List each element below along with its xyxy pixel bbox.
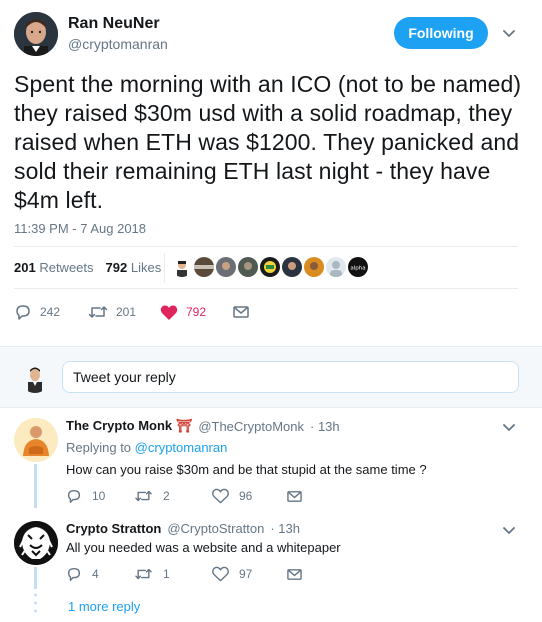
message-button[interactable] (286, 567, 303, 582)
tweet-timestamp[interactable]: 11:39 PM - 7 Aug 2018 (14, 221, 146, 236)
liker-avatar[interactable] (326, 257, 346, 277)
more-replies-dots (34, 592, 37, 618)
liker-avatar[interactable] (260, 257, 280, 277)
author-display-name[interactable]: Ran NeuNer (68, 15, 160, 33)
liker-badge-text: alpha (350, 266, 365, 272)
liker-avatar[interactable] (172, 257, 192, 277)
divider (14, 246, 518, 247)
retweet-count: 1 (163, 567, 170, 581)
heart-icon (212, 566, 229, 582)
liker-avatar[interactable] (216, 257, 236, 277)
message-button[interactable] (232, 304, 250, 320)
reply-button[interactable]: 10 (66, 488, 134, 504)
like-count: 792 (186, 305, 207, 319)
reply-actions: 10 2 96 (66, 488, 303, 504)
message-button[interactable] (286, 489, 303, 504)
author-avatar[interactable] (14, 12, 58, 56)
reply-icon (67, 489, 81, 503)
tweet-actions: 242 201 792 (14, 303, 250, 321)
retweet-count: 201 (116, 305, 137, 319)
current-user-avatar[interactable] (20, 363, 50, 393)
reply-display-name[interactable]: Crypto Stratton (66, 521, 161, 536)
divider (14, 288, 518, 289)
reply-handle[interactable]: @TheCryptoMonk (198, 419, 304, 434)
reply-button[interactable]: 242 (14, 303, 88, 321)
engagement-stats: 201 Retweets 792 Likes (14, 260, 161, 275)
retweet-button[interactable]: 201 (88, 303, 160, 321)
envelope-icon (287, 490, 302, 502)
chevron-down-icon[interactable] (500, 521, 518, 539)
like-button[interactable]: 792 (160, 304, 232, 321)
retweet-count: 2 (163, 489, 170, 503)
reply-input[interactable]: Tweet your reply (62, 361, 519, 393)
liker-avatars: alpha (172, 257, 368, 277)
retweet-icon (88, 306, 108, 318)
more-replies-link[interactable]: 1 more reply (68, 599, 140, 614)
reply-header: The Crypto Monk ⛩ @TheCryptoMonk · 13h (66, 418, 340, 434)
reply-avatar[interactable] (14, 418, 58, 462)
tweet-text: Spent the morning with an ICO (not to be… (14, 71, 522, 213)
thread-connector (34, 464, 37, 508)
reply-header: Crypto Stratton @CryptoStratton · 13h (66, 521, 300, 536)
liker-avatar[interactable] (304, 257, 324, 277)
reply-avatar[interactable] (14, 521, 58, 565)
following-button[interactable]: Following (394, 17, 488, 49)
like-count: 97 (239, 567, 253, 581)
replying-to: Replying to @cryptomanran (66, 440, 228, 455)
reply-icon (67, 567, 81, 581)
retweets-stat[interactable]: 201 Retweets (14, 260, 94, 275)
envelope-icon (233, 306, 249, 318)
like-button[interactable]: 97 (212, 566, 286, 582)
likes-stat[interactable]: 792 Likes (106, 260, 162, 275)
chevron-down-icon[interactable] (500, 24, 518, 42)
liker-avatar[interactable] (194, 257, 214, 277)
reply-text: How can you raise $30m and be that stupi… (66, 462, 427, 477)
retweet-icon (135, 490, 152, 502)
heart-icon (160, 305, 178, 320)
liker-avatar[interactable] (282, 257, 302, 277)
divider (164, 253, 165, 283)
like-count: 96 (239, 489, 253, 503)
reply-time[interactable]: · 13h (310, 419, 340, 434)
reply-handle[interactable]: @CryptoStratton (167, 521, 264, 536)
envelope-icon (287, 568, 302, 580)
reply-actions: 4 1 97 (66, 566, 303, 582)
reply-display-name[interactable]: The Crypto Monk ⛩ (66, 418, 192, 434)
reply-icon (16, 305, 30, 320)
like-button[interactable]: 96 (212, 488, 286, 504)
heart-icon (212, 488, 229, 504)
reply-time[interactable]: · 13h (270, 521, 300, 536)
chevron-down-icon[interactable] (500, 418, 518, 436)
liker-avatar[interactable]: alpha (348, 257, 368, 277)
reply-count: 4 (92, 567, 99, 581)
thread-connector (34, 567, 37, 589)
author-handle[interactable]: @cryptomanran (68, 36, 168, 52)
retweet-icon (135, 568, 152, 580)
liker-avatar[interactable] (238, 257, 258, 277)
retweet-button[interactable]: 2 (134, 488, 212, 504)
reply-text: All you needed was a website and a white… (66, 540, 341, 555)
reply-count: 10 (92, 489, 106, 503)
retweet-button[interactable]: 1 (134, 566, 212, 582)
reply-button[interactable]: 4 (66, 566, 134, 582)
reply-count: 242 (40, 305, 61, 319)
mention-link[interactable]: @cryptomanran (135, 440, 228, 455)
